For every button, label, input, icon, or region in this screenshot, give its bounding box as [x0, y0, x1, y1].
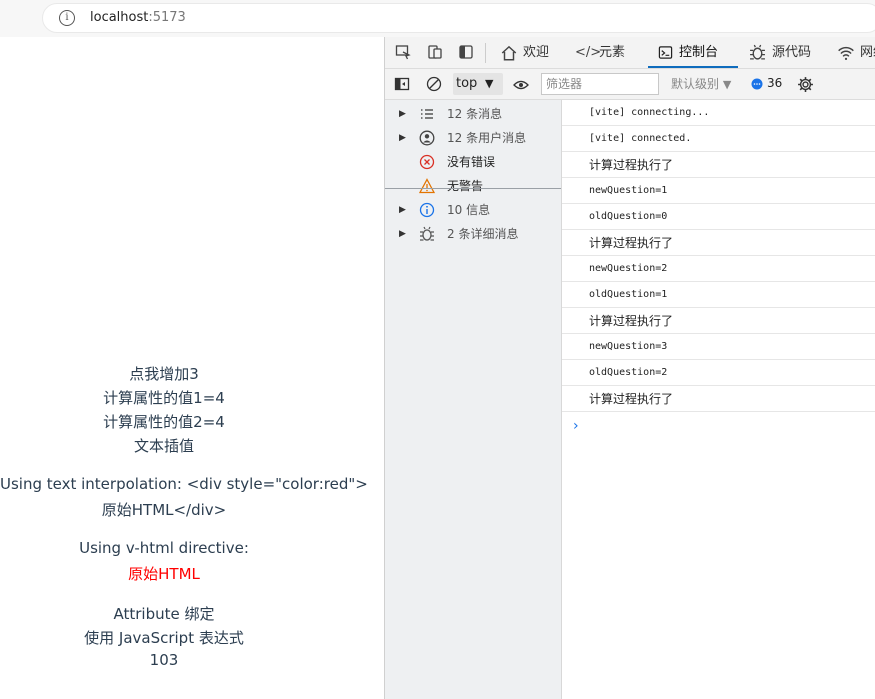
- dropdown-arrow-icon: ▼: [485, 77, 494, 90]
- console-message[interactable]: [vite] connected.: [562, 126, 875, 152]
- log-level-dropdown[interactable]: 默认级别 ▼: [671, 73, 731, 96]
- sidebar-selection-line: [385, 188, 561, 189]
- list-icon: [421, 109, 433, 119]
- console-message[interactable]: oldQuestion=2: [562, 360, 875, 386]
- clear-console-icon[interactable]: [426, 76, 442, 92]
- expand-arrow-icon[interactable]: ▶: [399, 102, 406, 126]
- console-message[interactable]: 计算过程执行了: [562, 152, 875, 178]
- console-message[interactable]: newQuestion=3: [562, 334, 875, 360]
- message-badge-icon: [751, 78, 763, 90]
- devtools-panel: 欢迎 </> 元素 控制台 源代码 网络 top ▼ 筛选器 默认级别 ▼: [384, 37, 875, 699]
- device-emulation-icon[interactable]: [427, 44, 443, 60]
- level-arrow-icon: ▼: [722, 78, 732, 91]
- code-icon: </>: [575, 45, 602, 60]
- sidebar-item-warnings[interactable]: 无警告: [385, 174, 561, 198]
- dock-side-icon[interactable]: [458, 44, 474, 60]
- settings-gear-icon[interactable]: [797, 76, 814, 93]
- console-message[interactable]: 计算过程执行了: [562, 230, 875, 256]
- expand-arrow-icon[interactable]: ▶: [399, 126, 406, 150]
- console-output: [vite] connecting... [vite] connected. 计…: [562, 100, 875, 699]
- computed-value-1: 计算属性的值1=4: [103, 389, 225, 407]
- inspect-icon[interactable]: [395, 44, 411, 60]
- console-toolbar: top ▼ 筛选器 默认级别 ▼ 36: [385, 69, 875, 100]
- computed-value-2: 计算属性的值2=4: [103, 413, 225, 431]
- devtools-tabbar: 欢迎 </> 元素 控制台 源代码 网络: [385, 37, 875, 69]
- error-icon: [419, 154, 435, 170]
- expand-arrow-icon[interactable]: ▶: [399, 222, 406, 246]
- user-icon: [419, 130, 435, 146]
- page-content: 点我增加3 计算属性的值1=4 计算属性的值2=4 文本插值 Using tex…: [0, 37, 384, 699]
- text-interpolation-line-2: 原始HTML</div>: [101, 501, 227, 519]
- tab-separator: [485, 43, 486, 63]
- warning-icon: [419, 178, 435, 194]
- address-url: localhost:5173: [90, 10, 186, 25]
- console-message[interactable]: 计算过程执行了: [562, 386, 875, 412]
- text-interpolation-heading: 文本插值: [133, 437, 194, 455]
- wifi-icon: [838, 46, 854, 60]
- attribute-binding-heading: Attribute 绑定: [113, 605, 215, 623]
- filter-input[interactable]: 筛选器: [541, 73, 659, 95]
- console-message[interactable]: oldQuestion=0: [562, 204, 875, 230]
- console-message[interactable]: oldQuestion=1: [562, 282, 875, 308]
- eye-icon[interactable]: [513, 77, 529, 93]
- sidebar-item-info[interactable]: ▶ 10 信息: [385, 198, 561, 222]
- bug-icon: [420, 226, 434, 241]
- home-icon: [501, 45, 517, 61]
- sidebar-item-user-messages[interactable]: ▶ 12 条用户消息: [385, 126, 561, 150]
- bug-icon: [750, 44, 765, 60]
- console-message[interactable]: newQuestion=1: [562, 178, 875, 204]
- js-expression-heading: 使用 JavaScript 表达式: [84, 629, 244, 647]
- vhtml-heading: Using v-html directive:: [79, 539, 249, 557]
- browser-top-bar: i localhost:5173: [0, 0, 875, 37]
- address-bar[interactable]: i localhost:5173: [42, 3, 875, 33]
- sidebar-item-errors[interactable]: 没有错误: [385, 150, 561, 174]
- js-expression-value: 103: [149, 651, 179, 669]
- increment-text[interactable]: 点我增加3: [0, 363, 328, 384]
- text-interpolation-line: Using text interpolation: <div style="co…: [0, 475, 368, 493]
- console-message[interactable]: 计算过程执行了: [562, 308, 875, 334]
- console-icon: [658, 46, 673, 59]
- console-message[interactable]: [vite] connecting...: [562, 100, 875, 126]
- console-message[interactable]: newQuestion=2: [562, 256, 875, 282]
- site-info-icon[interactable]: i: [59, 10, 75, 26]
- sidebar-item-messages[interactable]: ▶ 12 条消息: [385, 102, 561, 126]
- sidebar-toggle-icon[interactable]: [394, 76, 410, 92]
- vhtml-output: 原始HTML: [128, 565, 200, 583]
- info-icon: [419, 202, 435, 218]
- tab-console[interactable]: 控制台: [648, 37, 738, 68]
- expand-arrow-icon[interactable]: ▶: [399, 198, 406, 222]
- sidebar-item-verbose[interactable]: ▶ 2 条详细消息: [385, 222, 561, 246]
- context-selector[interactable]: top ▼: [453, 73, 503, 95]
- console-prompt[interactable]: ›: [573, 418, 579, 434]
- console-sidebar: ▶ 12 条消息 ▶ 12 条用户消息 没有错误 无警告 ▶ 10 信息 ▶ 2…: [385, 100, 562, 699]
